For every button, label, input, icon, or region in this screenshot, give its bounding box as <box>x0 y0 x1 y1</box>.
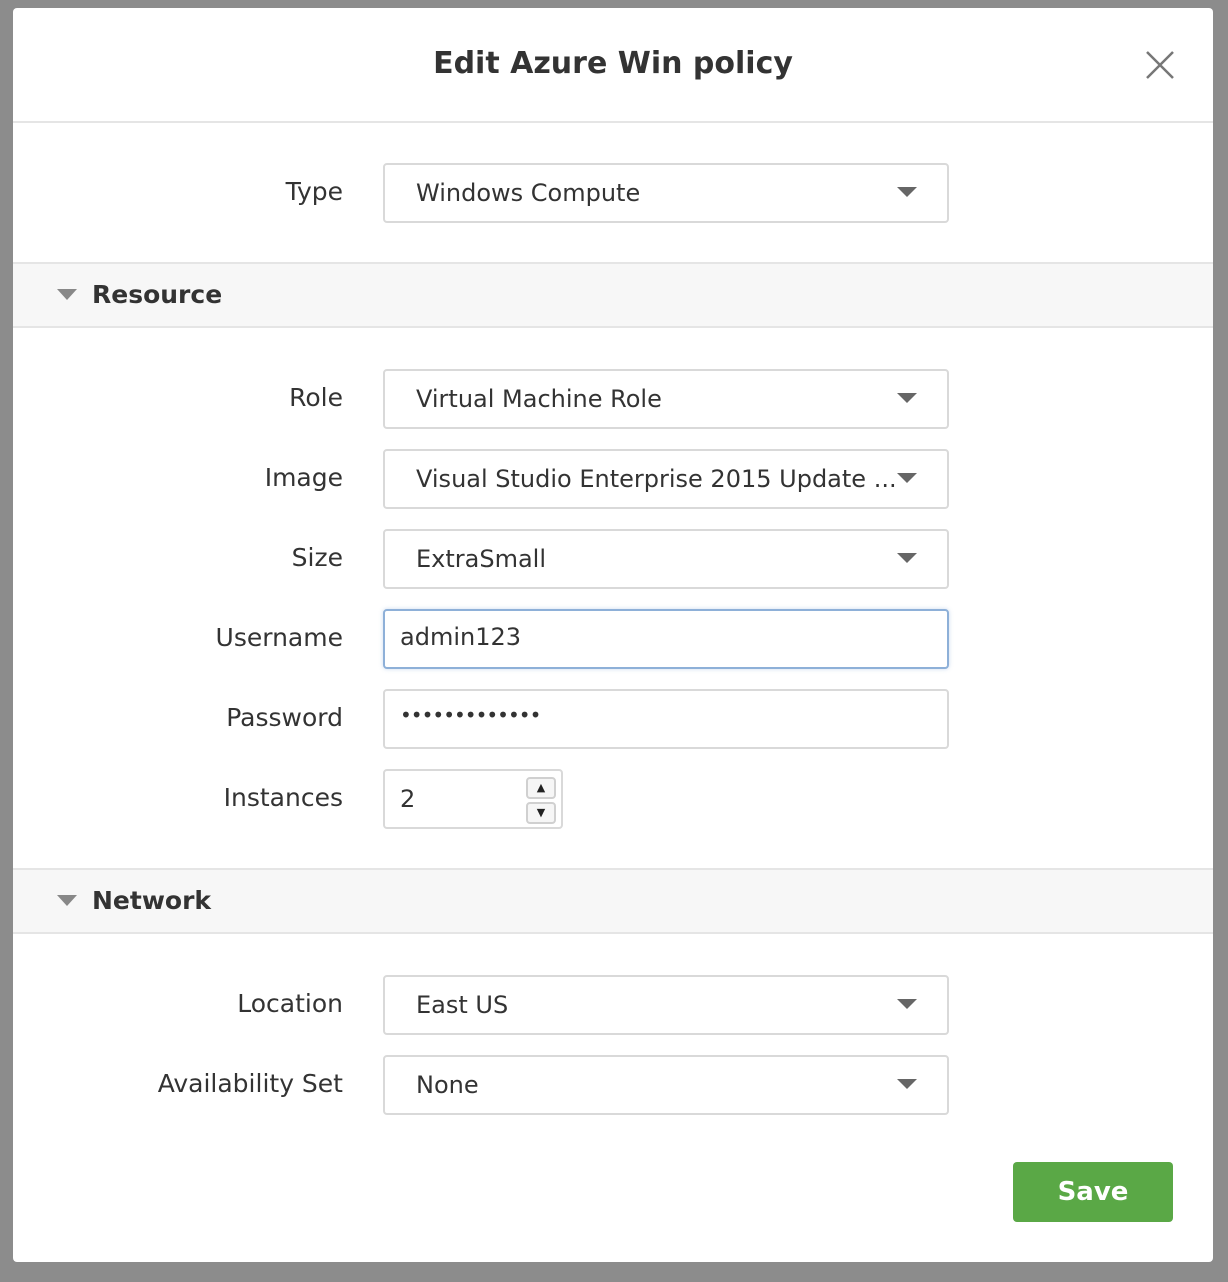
size-row: Size ExtraSmall <box>13 529 1213 589</box>
password-value: ••••••••••••• <box>400 703 541 727</box>
location-value: East US <box>416 991 509 1019</box>
password-row: Password ••••••••••••• <box>13 689 1213 749</box>
collapse-triangle-icon <box>57 289 77 300</box>
network-section-header[interactable]: Network <box>13 868 1213 934</box>
role-select[interactable]: Virtual Machine Role <box>383 369 949 429</box>
instances-value: 2 <box>400 785 416 813</box>
chevron-down-icon <box>897 473 917 483</box>
availability-set-row: Availability Set None <box>13 1055 1213 1115</box>
role-label: Role <box>289 383 343 412</box>
username-label: Username <box>215 623 343 652</box>
instances-label: Instances <box>223 783 343 812</box>
image-label: Image <box>264 463 343 492</box>
username-value: admin123 <box>400 623 522 651</box>
username-input[interactable]: admin123 <box>383 609 949 669</box>
size-label: Size <box>291 543 343 572</box>
collapse-triangle-icon <box>57 895 77 906</box>
chevron-down-icon <box>897 553 917 563</box>
increment-icon[interactable]: ▲ <box>526 777 556 799</box>
chevron-down-icon <box>897 187 917 197</box>
edit-policy-dialog: Edit Azure Win policy Type Windows Compu… <box>13 8 1213 1262</box>
chevron-down-icon <box>897 999 917 1009</box>
username-row: Username admin123 <box>13 609 1213 669</box>
dialog-title: Edit Azure Win policy <box>433 46 793 81</box>
instances-row: Instances 2 ▲ ▼ <box>13 769 1213 829</box>
chevron-down-icon <box>897 1079 917 1089</box>
role-row: Role Virtual Machine Role <box>13 369 1213 429</box>
location-select[interactable]: East US <box>383 975 949 1035</box>
type-row: Type Windows Compute <box>13 163 1213 223</box>
size-value: ExtraSmall <box>416 545 547 573</box>
instances-stepper[interactable]: 2 ▲ ▼ <box>383 769 563 829</box>
type-value: Windows Compute <box>416 179 641 207</box>
close-icon[interactable] <box>1143 48 1177 82</box>
availability-set-label: Availability Set <box>157 1069 343 1098</box>
location-label: Location <box>237 989 343 1018</box>
image-value: Visual Studio Enterprise 2015 Update ... <box>416 465 897 493</box>
location-row: Location East US <box>13 975 1213 1035</box>
decrement-icon[interactable]: ▼ <box>526 802 556 824</box>
availability-set-value: None <box>416 1071 479 1099</box>
network-section-title: Network <box>92 886 212 915</box>
type-select[interactable]: Windows Compute <box>383 163 949 223</box>
image-select[interactable]: Visual Studio Enterprise 2015 Update ... <box>383 449 949 509</box>
role-value: Virtual Machine Role <box>416 385 662 413</box>
image-row: Image Visual Studio Enterprise 2015 Upda… <box>13 449 1213 509</box>
save-button[interactable]: Save <box>1013 1162 1173 1222</box>
type-label: Type <box>285 177 343 206</box>
resource-section-title: Resource <box>92 280 223 309</box>
availability-set-select[interactable]: None <box>383 1055 949 1115</box>
dialog-header: Edit Azure Win policy <box>13 8 1213 123</box>
password-input[interactable]: ••••••••••••• <box>383 689 949 749</box>
size-select[interactable]: ExtraSmall <box>383 529 949 589</box>
resource-section-header[interactable]: Resource <box>13 262 1213 328</box>
chevron-down-icon <box>897 393 917 403</box>
password-label: Password <box>226 703 343 732</box>
